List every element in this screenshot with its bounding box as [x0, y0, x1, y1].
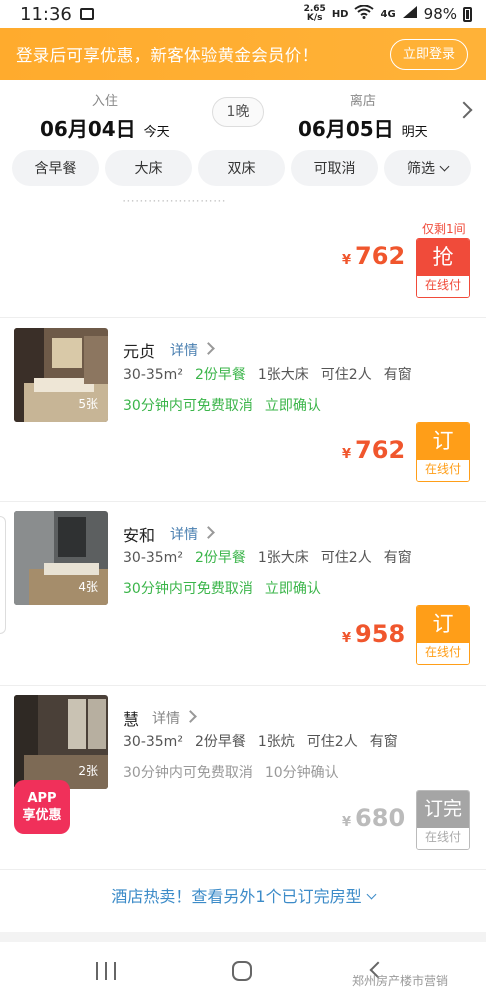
chevron-down-icon [366, 889, 377, 900]
nights-badge: 1晚 [212, 97, 264, 127]
battery-icon [463, 6, 472, 22]
room-photo[interactable]: 4张 [14, 511, 108, 605]
filter-more[interactable]: 筛选 [384, 150, 471, 186]
network-speed: 2.65 K/s [303, 4, 326, 23]
room-price: ¥680 [342, 804, 406, 832]
room-specs: 30-35m² 2份早餐 1张炕 可住2人 有窗 [123, 734, 398, 750]
chevron-down-icon [439, 161, 450, 171]
checkout-date-value: 06月05日 [298, 117, 394, 141]
grab-button[interactable]: 抢 在线付 [416, 238, 470, 298]
room-detail-link[interactable]: 详情 [170, 340, 198, 360]
checkin-label: 入住 [91, 94, 118, 109]
battery-percent: 98% [423, 5, 457, 23]
checkin-date[interactable]: 入住 06月04日 今天 [40, 90, 170, 142]
room-photo[interactable]: 5张 [14, 328, 108, 422]
remaining-rooms-badge: 仅剩1间 [422, 222, 466, 236]
room-specs: 30-35m² 2份早餐 1张大床 可住2人 有窗 [123, 550, 412, 566]
show-sold-out-rooms-link[interactable]: 酒店热卖！查看另外1个已订完房型 [0, 870, 486, 924]
login-promo-banner: 登录后可享优惠，新客体验黄金会员价！ 立即登录 [0, 28, 486, 80]
section-divider [0, 932, 486, 942]
status-icons: 2.65 K/s HD 4G 98% [304, 5, 472, 23]
home-icon[interactable] [232, 961, 252, 981]
room-price: ¥762 [342, 436, 406, 464]
photo-count: 4张 [78, 580, 98, 594]
room-price: ¥958 [342, 620, 406, 648]
status-bar: 11:36 2.65 K/s HD 4G 98% [0, 0, 486, 28]
login-button[interactable]: 立即登录 [389, 38, 468, 70]
cancel-policy: 30分钟内可免费取消 立即确认 [123, 398, 321, 414]
side-drawer-handle[interactable] [0, 516, 6, 634]
room-specs: 30-35m² 2份早餐 1张大床 可住2人 有窗 [123, 367, 412, 383]
clock: 11:36 [20, 3, 72, 25]
promo-text: 登录后可享优惠，新客体验黄金会员价！ [16, 46, 319, 65]
wifi-icon [354, 4, 375, 23]
checkout-date[interactable]: 离店 06月05日 明天 [298, 90, 428, 142]
checkin-day: 今天 [143, 125, 170, 140]
filter-bar: 含早餐 大床 双床 可取消 筛选 [0, 150, 486, 192]
cancel-policy: 30分钟内可免费取消 立即确认 [123, 581, 321, 597]
filter-big-bed[interactable]: 大床 [105, 150, 192, 186]
room-detail-link[interactable]: 详情 [152, 708, 180, 728]
signal-icon [402, 5, 418, 23]
recent-apps-icon[interactable] [96, 962, 116, 980]
book-button[interactable]: 订 在线付 [416, 605, 470, 665]
cancel-policy: 30分钟内可免费取消 10分钟确认 [123, 765, 339, 781]
room-name: 慧 [123, 710, 140, 729]
checkin-date-value: 06月04日 [40, 117, 136, 141]
checkout-day: 明天 [401, 125, 428, 140]
checkout-label: 离店 [349, 94, 376, 109]
scrolled-text-fragment: ⋯⋯⋯⋯⋯⋯⋯⋯ [122, 194, 226, 209]
room-name: 安和 [123, 526, 156, 545]
filter-twin-bed[interactable]: 双床 [198, 150, 285, 186]
filter-breakfast[interactable]: 含早餐 [12, 150, 99, 186]
image-notification-icon [79, 8, 94, 20]
photo-count: 2张 [78, 764, 98, 778]
sold-out-button[interactable]: 订完 在线付 [416, 790, 470, 850]
book-button[interactable]: 订 在线付 [416, 422, 470, 482]
network-type: 4G [380, 8, 396, 20]
app-discount-badge[interactable]: APP 享优惠 [14, 780, 70, 834]
filter-more-label: 筛选 [407, 161, 435, 177]
watermark: 郑州房产楼市营销 [352, 974, 449, 988]
room-price: ¥762 [342, 242, 406, 270]
hd-indicator: HD [331, 8, 349, 20]
room-photo[interactable]: 2张 [14, 695, 108, 789]
filter-cancellable[interactable]: 可取消 [291, 150, 378, 186]
room-name: 元贞 [123, 342, 156, 361]
room-card-partial[interactable] [0, 192, 486, 318]
room-detail-link[interactable]: 详情 [170, 524, 198, 544]
photo-count: 5张 [78, 397, 98, 411]
